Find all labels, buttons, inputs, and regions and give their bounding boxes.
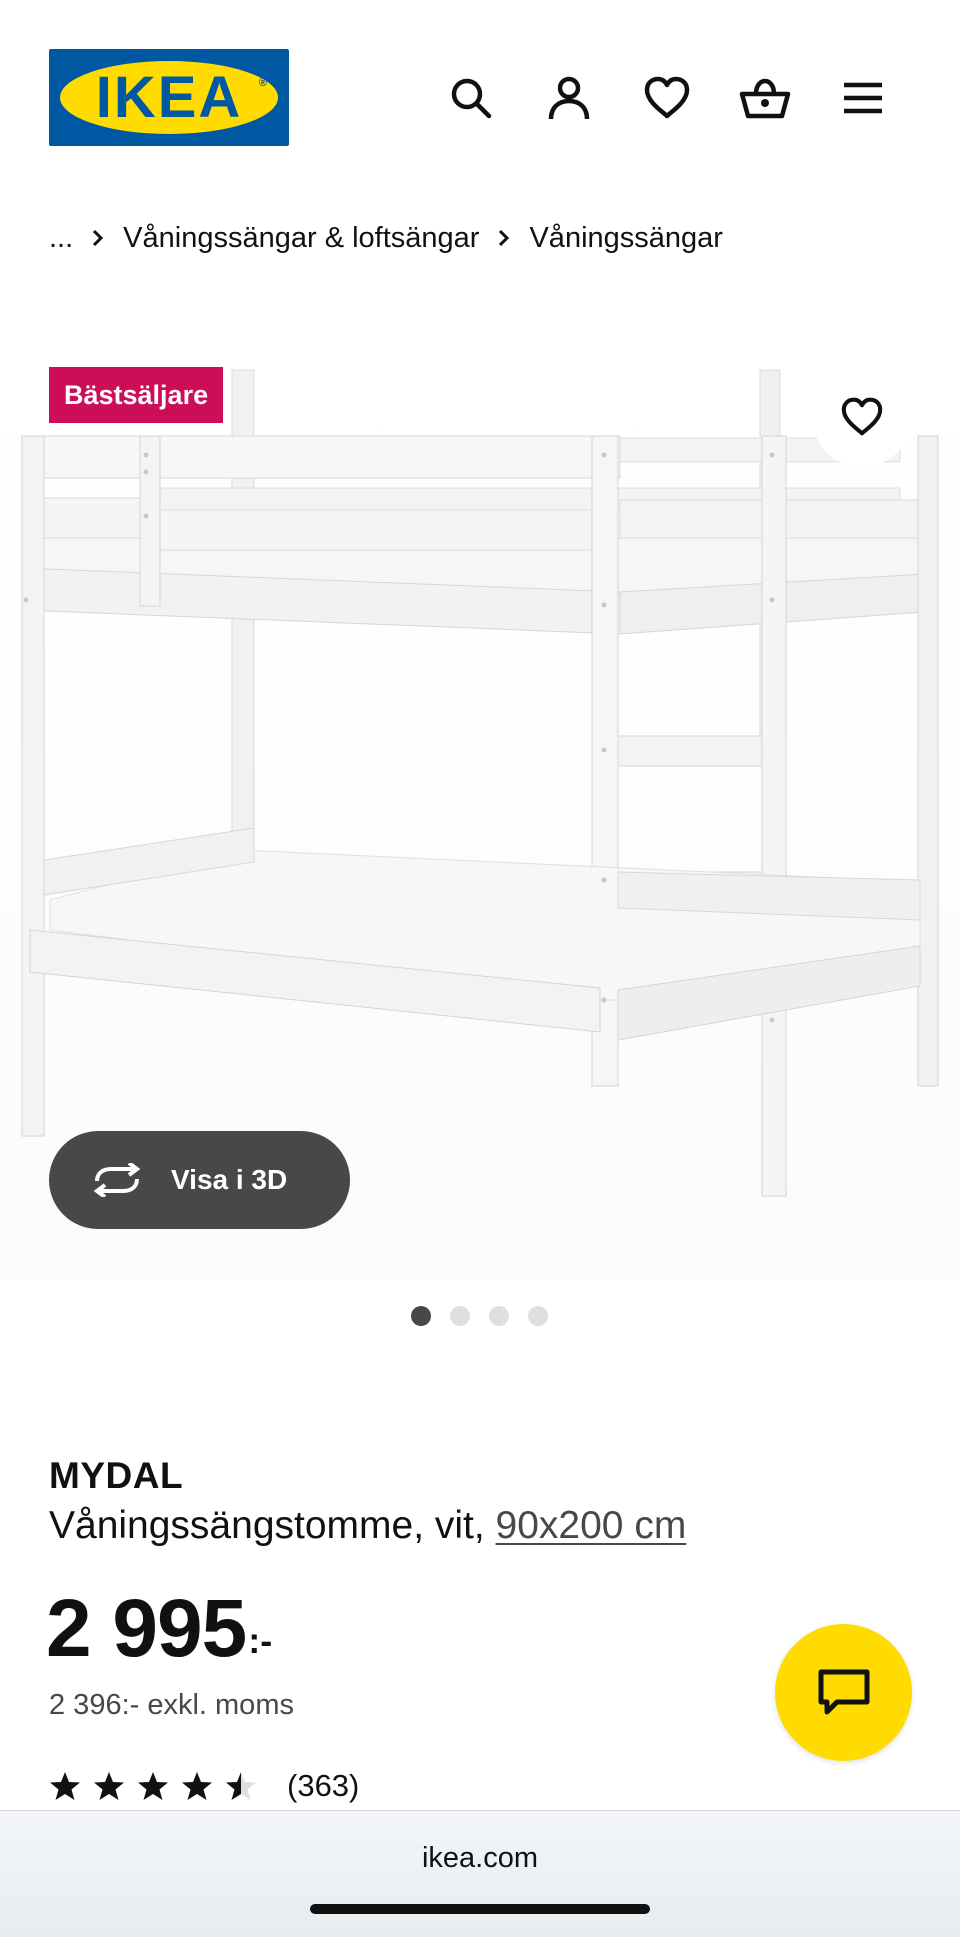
- price-integer: 2 995: [46, 1583, 247, 1674]
- carousel-dot[interactable]: [528, 1306, 548, 1326]
- chevron-right-icon: [73, 228, 123, 248]
- breadcrumb-link[interactable]: Våningssängar & loftsängar: [123, 222, 479, 255]
- half-star-icon: [226, 1772, 256, 1800]
- carousel-dot[interactable]: [450, 1306, 470, 1326]
- image-carousel-indicator: [411, 1306, 548, 1326]
- menu-icon[interactable]: [835, 70, 891, 126]
- price-excl-vat: 2 396:- exkl. moms: [49, 1689, 294, 1721]
- browser-url[interactable]: ikea.com: [0, 1811, 960, 1906]
- search-icon[interactable]: [443, 70, 499, 126]
- heart-icon: [841, 397, 883, 436]
- product-type: Våningssängstomme, vit,: [49, 1504, 485, 1547]
- carousel-dot[interactable]: [411, 1306, 431, 1326]
- site-header: IKEA ®: [0, 0, 960, 190]
- review-count: (363): [287, 1768, 360, 1803]
- bestseller-badge: Bästsäljare: [49, 367, 224, 423]
- breadcrumb-ellipsis[interactable]: ...: [49, 222, 73, 255]
- star-icon: [138, 1772, 168, 1800]
- product-name: MYDAL: [49, 1455, 184, 1496]
- chat-button[interactable]: [775, 1624, 912, 1761]
- product-price: 2 995 :-: [46, 1588, 272, 1670]
- view-in-3d-button[interactable]: Visa i 3D: [49, 1131, 350, 1229]
- breadcrumb: ... Våningssängar & loftsängar Våningssä…: [49, 214, 723, 262]
- rotate-3d-icon: [91, 1160, 147, 1200]
- view-in-3d-label: Visa i 3D: [171, 1164, 288, 1195]
- ikea-logo[interactable]: IKEA ®: [49, 49, 289, 146]
- carousel-dot[interactable]: [489, 1306, 509, 1326]
- heart-icon[interactable]: [639, 70, 695, 126]
- home-indicator[interactable]: [310, 1904, 650, 1914]
- star-icon: [182, 1772, 212, 1800]
- breadcrumb-link[interactable]: Våningssängar: [529, 222, 722, 255]
- product-rating[interactable]: (363): [49, 1768, 359, 1804]
- chat-bubble-icon: [818, 1669, 869, 1714]
- star-icon: [94, 1772, 124, 1800]
- basket-icon[interactable]: [737, 70, 793, 126]
- product-description: Våningssängstomme, vit, 90x200 cm: [49, 1504, 686, 1548]
- account-icon[interactable]: [541, 70, 597, 126]
- logo-text: IKEA: [95, 65, 243, 130]
- price-suffix: :-: [248, 1620, 273, 1661]
- product-size-link[interactable]: 90x200 cm: [496, 1504, 687, 1547]
- add-to-favourites-button[interactable]: [812, 367, 912, 467]
- browser-address-bar[interactable]: ikea.com: [0, 1810, 960, 1937]
- chevron-right-icon: [479, 228, 529, 248]
- star-icon: [50, 1772, 80, 1800]
